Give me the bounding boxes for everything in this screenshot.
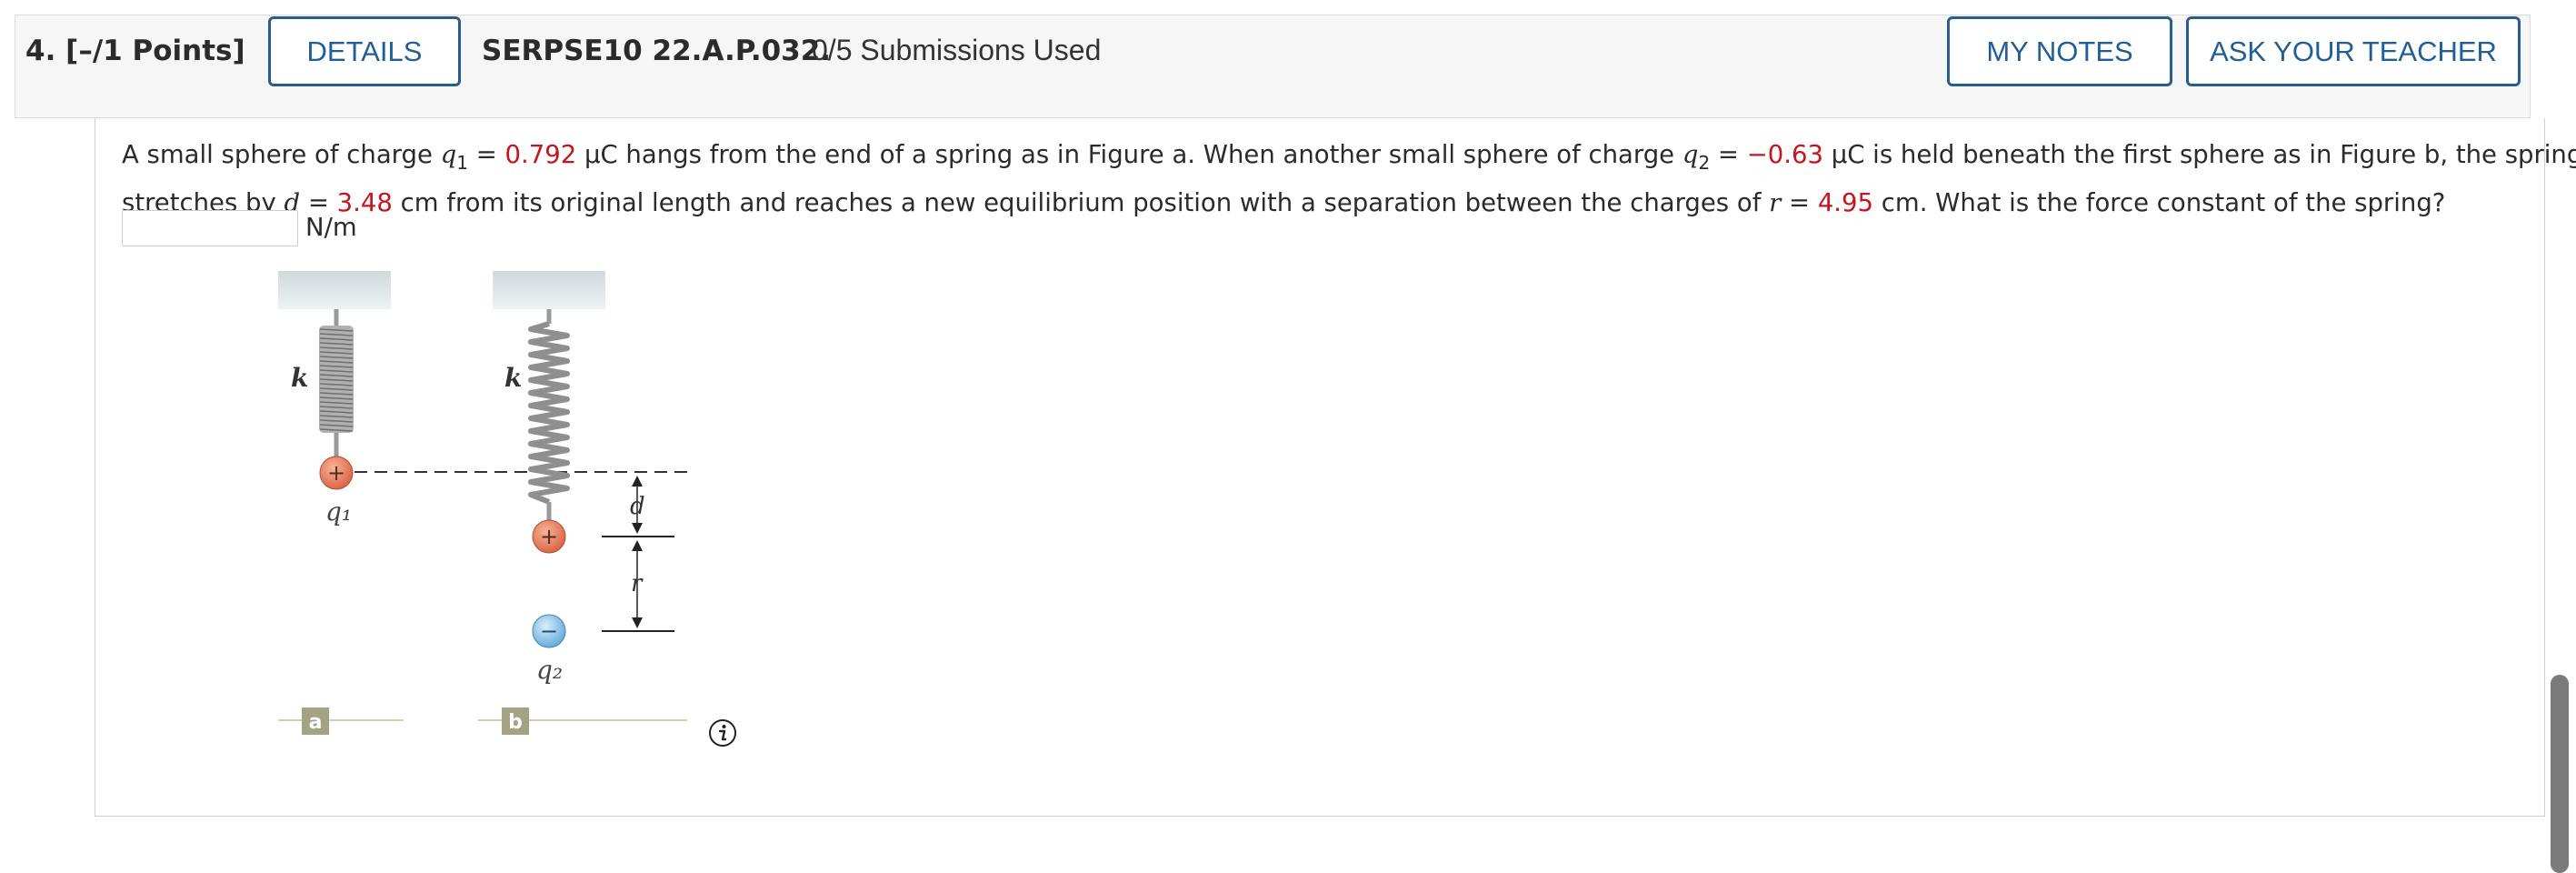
problem-text: A small sphere of charge q1 = 0.792 μC h… [122, 135, 2576, 223]
ask-your-teacher-button[interactable]: ASK YOUR TEACHER [2186, 16, 2521, 86]
my-notes-button[interactable]: MY NOTES [1947, 16, 2172, 86]
ceiling-b [493, 271, 605, 309]
plus-sign-a: + [327, 460, 345, 486]
spring-constant-label-b: k [504, 363, 522, 393]
answer-units: N/m [305, 213, 357, 242]
q2-value: −0.63 [1746, 140, 1823, 169]
panel-a-label: a [309, 711, 323, 734]
page-scrollbar[interactable] [2551, 675, 2569, 873]
q2-symbol: q [1682, 140, 1699, 169]
q1-subscript: 1 [456, 152, 468, 174]
problem-line-1: A small sphere of charge q1 = 0.792 μC h… [122, 135, 2576, 183]
r-symbol: r [1769, 188, 1782, 217]
q2-subscript: 2 [1698, 152, 1711, 174]
problem-text-part: cm from its original length and reaches … [392, 188, 1770, 217]
submissions-used: 0/5 Submissions Used [812, 34, 1102, 66]
r-value: 4.95 [1817, 188, 1874, 217]
spring-figure-drawing: + k q₁ + − k q₂ d r a b [278, 271, 691, 735]
question-points: [–/1 Points] [65, 35, 245, 67]
equals-sign: = [1710, 140, 1747, 169]
spring-b [528, 321, 570, 505]
ceiling-a [278, 271, 391, 309]
spring-figure: + k q₁ + − k q₂ d r a b [255, 264, 764, 755]
q1-label: q₁ [325, 497, 352, 527]
equals-sign: = [467, 140, 505, 169]
equals-sign: = [1781, 188, 1818, 217]
plus-sign-b: + [540, 524, 558, 549]
q1-symbol: q [440, 140, 457, 169]
question-code: SERPSE10 22.A.P.032. [482, 35, 832, 67]
spring-a [319, 326, 354, 433]
question-number: 4. [25, 35, 56, 67]
answer-input[interactable] [122, 210, 298, 246]
problem-text-part: μC hangs from the end of a spring as in … [576, 140, 1682, 169]
question-number-points: 4. [–/1 Points] [25, 35, 245, 67]
minus-sign: − [540, 618, 558, 644]
r-label: r [631, 570, 644, 597]
details-button[interactable]: DETAILS [268, 16, 461, 86]
problem-text-part: cm. What is the force constant of the sp… [1873, 188, 2446, 217]
problem-line-2: stretches by d = 3.48 cm from its origin… [122, 183, 2503, 223]
problem-text-part: A small sphere of charge [122, 140, 441, 169]
d-label: d [630, 493, 645, 520]
q1-value: 0.792 [504, 140, 577, 169]
q2-label: q₂ [536, 655, 563, 685]
spring-constant-label-a: k [291, 363, 308, 393]
info-icon[interactable] [708, 718, 737, 748]
panel-b-label: b [508, 711, 523, 734]
problem-text-part: μC is held beneath the first sphere as i… [1823, 140, 2576, 169]
